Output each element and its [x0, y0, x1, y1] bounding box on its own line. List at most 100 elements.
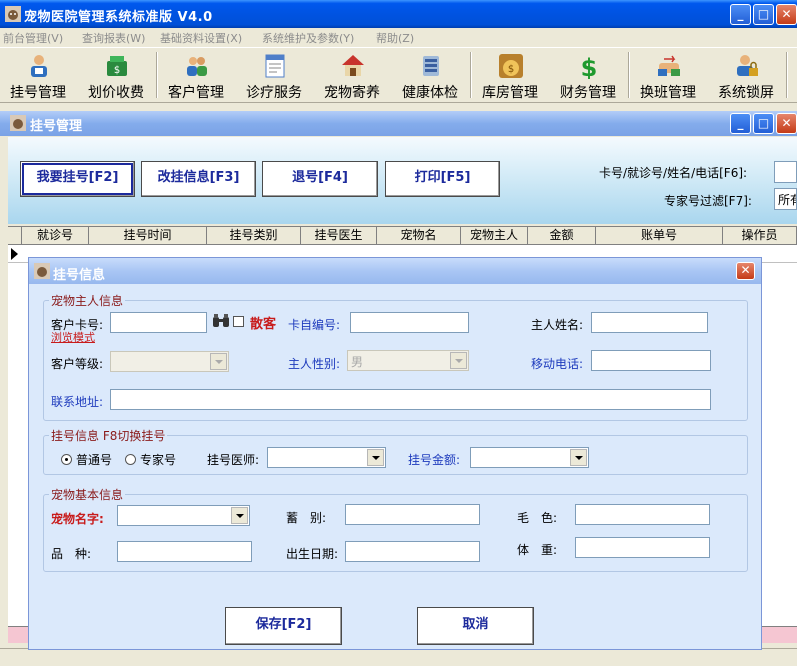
birth-date-label: 出生日期: — [286, 547, 339, 561]
grid-col-visit-no[interactable]: 就诊号 — [22, 227, 89, 245]
menu-front-desk[interactable]: 前台管理(V) — [3, 30, 63, 46]
toolbar-registration[interactable]: 挂号管理 — [0, 51, 76, 101]
owner-gender-value: 男 — [351, 355, 364, 369]
weight-input[interactable] — [575, 537, 710, 558]
current-row-indicator — [11, 248, 18, 260]
search-input[interactable] — [774, 161, 797, 183]
svg-text:$: $ — [581, 54, 598, 79]
amount-select[interactable] — [470, 447, 589, 468]
grid-col-reg-type[interactable]: 挂号类别 — [207, 227, 301, 245]
species-label: 蓄 别: — [286, 511, 327, 525]
toolbar-lock[interactable]: 系统锁屏 — [708, 51, 784, 101]
cancel-registration-button[interactable]: 退号[F4] — [262, 161, 378, 197]
menu-help[interactable]: 帮助(Z) — [376, 30, 414, 46]
grid-col-reg-time[interactable]: 挂号时间 — [89, 227, 207, 245]
grid-col-pet-name[interactable]: 宠物名 — [377, 227, 461, 245]
browse-mode-link[interactable]: 浏览模式 — [51, 329, 95, 345]
pet-info-legend: 宠物基本信息 — [49, 486, 126, 503]
health-check-icon — [423, 56, 439, 76]
breed-label: 品 种: — [51, 547, 92, 561]
toolbar-customers[interactable]: 客户管理 — [158, 51, 234, 101]
expert-filter-select[interactable]: 所有 — [774, 188, 797, 210]
registration-window-title: 挂号管理 — [30, 119, 83, 134]
owner-name-input[interactable] — [591, 312, 708, 333]
maximize-button[interactable]: □ — [753, 4, 774, 25]
registration-dialog-title: 挂号信息 — [53, 268, 106, 283]
menu-system-maintenance[interactable]: 系统维护及参数(Y) — [262, 30, 354, 46]
customer-level-label: 客户等级: — [51, 357, 104, 371]
pet-app-icon — [34, 263, 50, 279]
expert-filter-label: 专家号过滤[F7]: — [664, 194, 752, 208]
grid-col-amount[interactable]: 金额 — [528, 227, 596, 245]
minimize-button[interactable]: _ — [730, 4, 751, 25]
toolbar-label: 宠物寄养 — [324, 85, 380, 101]
cancel-button[interactable]: 取消 — [417, 607, 534, 645]
customer-level-select[interactable] — [110, 351, 229, 372]
toolbar-finance[interactable]: $ 财务管理 — [550, 51, 626, 101]
pet-app-icon — [10, 115, 26, 131]
breed-input[interactable] — [117, 541, 252, 562]
search-label: 卡号/就诊号/姓名/电话[F6]: — [599, 166, 748, 180]
doctor-label: 挂号医师: — [207, 453, 260, 467]
action-bar: 我要挂号[F2] 改挂信息[F3] 退号[F4] 打印[F5] 卡号/就诊号/姓… — [8, 137, 797, 224]
coat-color-input[interactable] — [575, 504, 710, 525]
dialog-close-button[interactable]: ✕ — [736, 262, 755, 280]
address-input[interactable] — [110, 389, 711, 410]
chevron-down-icon — [231, 507, 248, 524]
registration-window-title-bar: 挂号管理 _ □ ✕ — [0, 111, 797, 136]
mobile-input[interactable] — [591, 350, 711, 371]
self-code-input[interactable] — [350, 312, 469, 333]
document-service-icon — [265, 54, 285, 78]
pet-name-label: 宠物名字: — [51, 512, 104, 526]
toolbar-pricing[interactable]: $ 划价收费 — [78, 51, 154, 101]
grid-col-operator[interactable]: 操作员 — [723, 227, 797, 245]
main-title-bar: 宠物医院管理系统标准版 V4.0 _ □ ✕ — [0, 0, 797, 28]
normal-radio-label: 普通号 — [76, 453, 113, 467]
card-no-input[interactable] — [110, 312, 207, 333]
walkin-label: 散客 — [250, 317, 277, 332]
inner-close-button[interactable]: ✕ — [776, 113, 797, 134]
register-button[interactable]: 我要挂号[F2] — [20, 161, 135, 197]
toolbar-label: 健康体检 — [402, 85, 458, 101]
inner-maximize-button[interactable]: □ — [753, 113, 774, 134]
toolbar-separator — [786, 52, 788, 98]
close-button[interactable]: ✕ — [776, 4, 797, 25]
toolbar-shift[interactable]: 换班管理 — [630, 51, 706, 101]
species-input[interactable] — [345, 504, 480, 525]
status-bar — [0, 648, 797, 666]
address-label: 联系地址: — [51, 395, 104, 409]
grid-col-owner[interactable]: 宠物主人 — [461, 227, 528, 245]
pet-name-select[interactable] — [117, 505, 250, 526]
toolbar-label: 换班管理 — [640, 85, 696, 101]
registration-info-legend: 挂号信息 F8切换挂号 — [49, 427, 168, 444]
save-button[interactable]: 保存[F2] — [225, 607, 342, 645]
toolbar-warehouse[interactable]: $ 库房管理 — [472, 51, 548, 101]
birth-date-input[interactable] — [345, 541, 480, 562]
shift-handover-icon — [658, 55, 680, 76]
edit-registration-button[interactable]: 改挂信息[F3] — [141, 161, 256, 197]
menu-basic-settings[interactable]: 基础资料设置(X) — [160, 30, 242, 46]
toolbar-health-check[interactable]: 健康体检 — [392, 51, 468, 101]
svg-text:$: $ — [508, 64, 514, 75]
owner-info-legend: 宠物主人信息 — [49, 292, 126, 309]
pet-app-icon — [5, 6, 21, 22]
toolbar: 挂号管理 $ 划价收费 客户管理 诊疗服务 宠物寄养 健康体检 $ 库房管理 $… — [0, 47, 797, 103]
normal-radio[interactable] — [61, 454, 72, 465]
toolbar-label: 划价收费 — [88, 85, 144, 101]
walkin-checkbox[interactable] — [233, 316, 244, 327]
chevron-down-icon — [367, 449, 384, 466]
toolbar-label: 挂号管理 — [10, 85, 66, 101]
print-button[interactable]: 打印[F5] — [385, 161, 500, 197]
customers-icon — [187, 57, 207, 76]
binoculars-icon[interactable] — [212, 314, 230, 328]
toolbar-boarding[interactable]: 宠物寄养 — [314, 51, 390, 101]
toolbar-treatment[interactable]: 诊疗服务 — [236, 51, 312, 101]
inner-minimize-button[interactable]: _ — [730, 113, 751, 134]
grid-col-doctor[interactable]: 挂号医生 — [301, 227, 377, 245]
expert-radio[interactable] — [125, 454, 136, 465]
doctor-select[interactable] — [267, 447, 386, 468]
grid-col-bill-no[interactable]: 账单号 — [596, 227, 723, 245]
dollar-icon: $ — [581, 54, 598, 79]
menu-reports[interactable]: 查询报表(W) — [82, 30, 145, 46]
owner-gender-select[interactable]: 男 — [347, 350, 469, 371]
